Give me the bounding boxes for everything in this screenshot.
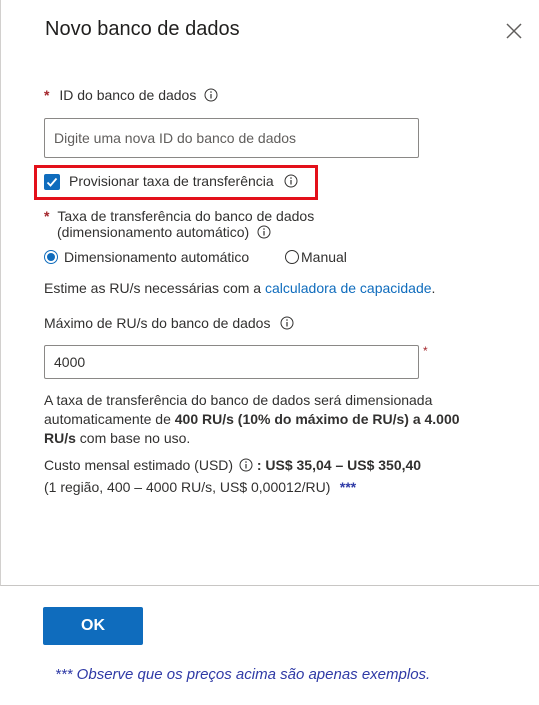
required-marker: * [44, 87, 50, 103]
autoscale-description: A taxa de transferência do banco de dado… [44, 391, 504, 448]
provision-throughput-checkbox[interactable] [44, 174, 60, 190]
database-id-label: ID do banco de dados [59, 87, 197, 103]
provision-throughput-label: Provisionar taxa de transferência [69, 173, 274, 189]
description-bold2: RU/s [44, 430, 76, 446]
info-icon[interactable] [239, 458, 253, 472]
radio-manual[interactable] [285, 250, 299, 264]
cost-detail: (1 região, 400 – 4000 RU/s, US$ 0,00012/… [44, 479, 331, 495]
cost-detail-row: (1 região, 400 – 4000 RU/s, US$ 0,00012/… [44, 479, 356, 495]
radio-manual-label[interactable]: Manual [301, 249, 347, 265]
new-database-panel: Novo banco de dados * ID do banco de dad… [0, 0, 539, 586]
radio-autoscale-label[interactable]: Dimensionamento automático [64, 249, 249, 265]
cost-row: Custo mensal estimado (USD) : US$ 35,04 … [44, 457, 421, 473]
checkmark-icon [46, 177, 58, 187]
estimate-prefix: Estime as RU/s necessárias com a [44, 280, 265, 296]
ok-button[interactable]: OK [43, 607, 143, 645]
description-part1: A taxa de transferência do banco de dado… [44, 392, 433, 408]
max-ru-label-row: Máximo de RU/s do banco de dados [44, 315, 294, 331]
cost-value: : US$ 35,04 – US$ 350,40 [256, 457, 422, 473]
info-icon[interactable] [257, 225, 271, 239]
throughput-label-line2: (dimensionamento automático) [57, 224, 250, 240]
throughput-label-line1: Taxa de transferência do banco de dados [57, 208, 315, 224]
required-marker: * [44, 208, 50, 224]
description-part2: automaticamente de [44, 411, 175, 427]
required-marker: * [423, 344, 428, 358]
max-ru-input[interactable] [44, 345, 419, 379]
estimate-text: Estime as RU/s necessárias com a calcula… [44, 280, 435, 296]
radio-selected-dot [47, 253, 55, 261]
panel-title: Novo banco de dados [45, 18, 240, 40]
cost-stars: *** [339, 479, 356, 495]
throughput-label: * Taxa de transferência do banco de dado… [44, 208, 314, 240]
description-part3: com base no uso. [75, 430, 191, 446]
radio-autoscale[interactable] [44, 250, 58, 264]
cost-label: Custo mensal estimado (USD) [44, 457, 234, 473]
description-bold: 400 RU/s (10% do máximo de RU/s) a 4.000 [174, 411, 460, 427]
max-ru-label: Máximo de RU/s do banco de dados [44, 315, 271, 331]
close-icon[interactable] [503, 20, 525, 42]
database-id-input[interactable] [44, 118, 419, 158]
info-icon[interactable] [280, 316, 294, 330]
info-icon[interactable] [204, 88, 218, 102]
estimate-suffix: . [431, 280, 436, 296]
provision-throughput-label-row: Provisionar taxa de transferência [69, 173, 298, 189]
footnote: *** Observe que os preços acima são apen… [55, 666, 431, 683]
database-id-label-row: * ID do banco de dados [44, 87, 218, 103]
capacity-calculator-link[interactable]: calculadora de capacidade [265, 280, 432, 296]
info-icon[interactable] [284, 174, 298, 188]
